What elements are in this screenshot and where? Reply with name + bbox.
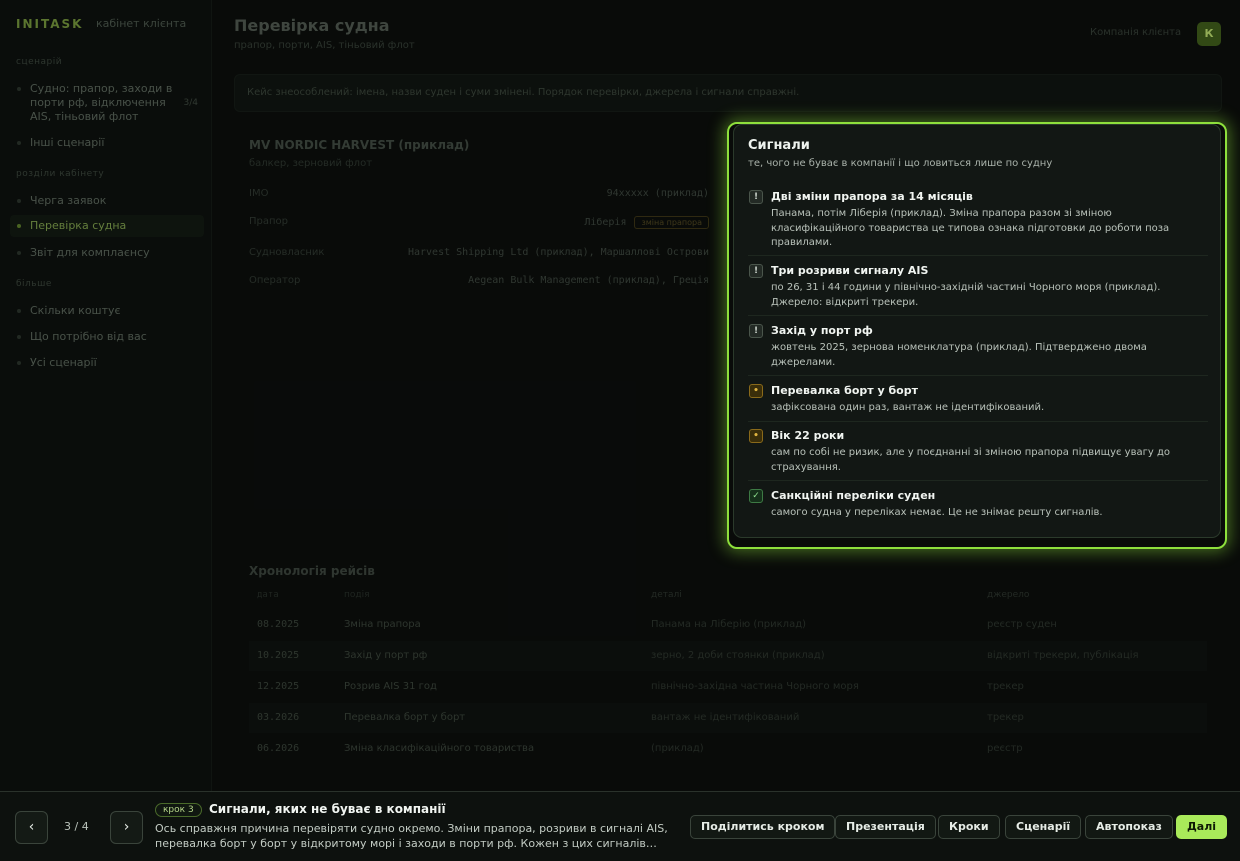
alert-icon: ! xyxy=(749,190,763,204)
signal-title: Три розриви сигналу AIS xyxy=(771,264,929,277)
signal-text: по 26, 31 і 44 години у північно-західні… xyxy=(771,282,1161,308)
warning-dot-icon: • xyxy=(749,429,763,443)
tour-bar: ‹ 3 / 4 › крок 3 Сигнали, яких не буває … xyxy=(0,791,1240,861)
next-step-button[interactable]: › xyxy=(110,811,143,844)
step-title: Сигнали, яких не буває в компанії xyxy=(209,802,446,816)
step-pager: 3 / 4 xyxy=(64,820,89,833)
alert-icon: ! xyxy=(749,264,763,278)
scenarios-button[interactable]: Сценарії xyxy=(1005,815,1082,839)
step-description: Ось справжня причина перевіряти судно ок… xyxy=(155,822,668,850)
step-badge: крок 3 xyxy=(155,803,202,817)
signals-subtitle: те, чого не буває в компанії і що ловить… xyxy=(748,158,1053,169)
warning-dot-icon: • xyxy=(749,384,763,398)
signals-title: Сигнали xyxy=(748,138,810,153)
signal-text: сам по собі не ризик, але у поєднанні зі… xyxy=(771,447,1170,473)
signal-item: ! Три розриви сигналу AIS по 26, 31 і 44… xyxy=(748,262,1208,316)
signal-title: Захід у порт рф xyxy=(771,324,873,337)
signal-title: Перевалка борт у борт xyxy=(771,384,918,397)
alert-icon: ! xyxy=(749,324,763,338)
signals-panel: Сигнали те, чого не буває в компанії і щ… xyxy=(733,124,1221,538)
signal-item: ! Дві зміни прапора за 14 місяців Панама… xyxy=(748,188,1208,256)
signal-text: самого судна у переліках немає. Це не зн… xyxy=(771,507,1103,518)
signal-item: ✓ Санкційні переліки суден самого судна … xyxy=(748,487,1208,527)
signal-title: Вік 22 роки xyxy=(771,429,845,442)
next-button[interactable]: Далі xyxy=(1176,815,1228,839)
signal-item: • Вік 22 роки сам по собі не ризик, але … xyxy=(748,427,1208,481)
signal-item: ! Захід у порт рф жовтень 2025, зернова … xyxy=(748,322,1208,376)
app-root: INITASK кабінет клієнта сценарій Судно: … xyxy=(0,0,1240,861)
signal-item: • Перевалка борт у борт зафіксована один… xyxy=(748,382,1208,422)
signal-text: Панама, потім Ліберія (приклад). Зміна п… xyxy=(771,208,1170,248)
signal-text: зафіксована один раз, вантаж не ідентифі… xyxy=(771,402,1045,413)
check-icon: ✓ xyxy=(749,489,763,503)
steps-button[interactable]: Кроки xyxy=(938,815,1000,839)
share-step-button[interactable]: Поділитись кроком xyxy=(690,815,836,839)
presentation-button[interactable]: Презентація xyxy=(835,815,936,839)
prev-step-button[interactable]: ‹ xyxy=(15,811,48,844)
signal-title: Дві зміни прапора за 14 місяців xyxy=(771,190,973,203)
signal-title: Санкційні переліки суден xyxy=(771,489,936,502)
autoplay-button[interactable]: Автопоказ xyxy=(1085,815,1173,839)
signal-text: жовтень 2025, зернова номенклатура (прик… xyxy=(771,342,1147,368)
